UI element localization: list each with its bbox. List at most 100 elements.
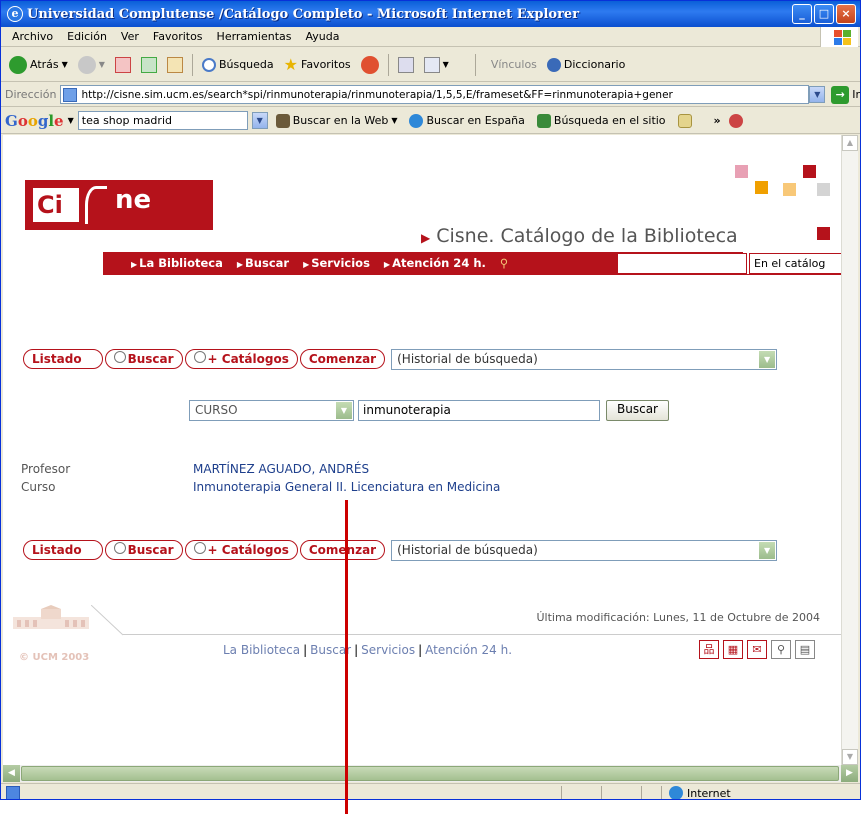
close-button[interactable]: × [836,4,856,24]
scroll-up-arrow[interactable]: ▲ [842,135,858,151]
google-dropdown-button[interactable]: ▼ [251,112,268,129]
footer-icons: 品 ▦ ✉ ⚲ ▤ [699,640,815,659]
stop-icon [114,56,131,73]
go-button[interactable]: → Ir [831,85,860,104]
sitemap-icon[interactable]: 品 [699,640,719,659]
catalog-icon[interactable]: ▦ [723,640,743,659]
search-icon[interactable]: ⚲ [771,640,791,659]
listado-button[interactable]: Listado [23,540,103,560]
decor-square [783,183,796,196]
listado-button[interactable]: Listado [23,349,103,369]
top-button-row: Listado Buscar + Catálogos Comenzar (His… [23,348,778,370]
magnifier-icon [113,542,126,554]
catalogos-button[interactable]: + Catálogos [184,349,298,369]
dictionary-label: Diccionario [563,58,626,71]
buscar-button[interactable]: Buscar [104,540,183,560]
search-query-input[interactable]: inmunoterapia [358,400,600,421]
more-button[interactable]: » [710,114,725,127]
google-toolbar: Google ▼ tea shop madrid ▼ Buscar en la … [1,108,860,134]
logo-right-text: ne [115,185,152,215]
scroll-thumb[interactable] [21,766,839,781]
footer-diagonal [91,605,124,636]
menu-ver[interactable]: Ver [114,30,146,43]
vertical-scrollbar[interactable]: ▲ ▼ [841,135,858,765]
logo-left-text: Ci [33,188,79,222]
magnifier-icon [113,351,126,363]
footer-link-atencion[interactable]: Atención 24 h. [425,643,512,657]
mail-icon[interactable]: ✉ [747,640,767,659]
chevron-down-icon: ▼ [759,541,776,559]
nav-buscar[interactable]: ▶ Buscar [237,256,289,270]
magnifier-icon [193,542,206,554]
nav-search-icon[interactable]: ⚲ [500,256,508,270]
google-logo[interactable]: Google [5,112,64,130]
professor-link[interactable]: MARTÍNEZ AGUADO, ANDRÉS [193,462,369,476]
history-select[interactable]: (Historial de búsqueda) ▼ [391,539,778,561]
history-select-value: (Historial de búsqueda) [397,351,538,366]
history-select[interactable]: (Historial de búsqueda) ▼ [391,348,778,370]
horizontal-scrollbar[interactable]: ◀ ▶ [3,765,858,782]
forward-button[interactable]: ▼ [74,54,109,76]
media-button[interactable] [357,54,383,76]
minimize-button[interactable]: _ [792,4,812,24]
history-select-value: (Historial de búsqueda) [397,542,538,557]
google-search-input[interactable]: tea shop madrid [77,111,248,130]
address-dropdown-button[interactable]: ▼ [809,86,826,103]
maximize-button[interactable]: □ [814,4,834,24]
last-modified: Última modificación: Lunes, 11 de Octubr… [536,611,820,624]
footer-link-servicios[interactable]: Servicios [361,643,415,657]
refresh-button[interactable] [137,55,161,75]
catalogos-button[interactable]: + Catálogos [184,540,298,560]
nav-servicios[interactable]: ▶ Servicios [303,256,370,270]
dictionary-icon [546,57,561,72]
home-button[interactable] [163,55,187,75]
site-search-label: Búsqueda en el sitio [553,114,666,127]
catalog-title: ▶ Cisne. Catálogo de la Biblioteca [421,225,738,247]
menu-favoritos[interactable]: Favoritos [146,30,210,43]
scroll-right-arrow[interactable]: ▶ [841,765,858,782]
address-bar: Dirección http://cisne.sim.ucm.es/search… [1,83,860,107]
address-input[interactable]: http://cisne.sim.ucm.es/search*spi/rinmu… [60,85,810,104]
search-type-select[interactable]: CURSO ▼ [189,400,354,421]
university-building-icon [13,605,89,629]
menu-herramientas[interactable]: Herramientas [210,30,299,43]
menu-ayuda[interactable]: Ayuda [298,30,346,43]
back-label: Atrás [30,58,59,71]
back-button[interactable]: Atrás ▼ [5,54,72,76]
footer-link-biblioteca[interactable]: La Biblioteca [223,643,300,657]
buscar-button[interactable]: Buscar [104,349,183,369]
course-link[interactable]: Inmunoterapia General II. Licenciatura e… [193,480,500,494]
options-icon[interactable] [728,113,743,128]
comenzar-button[interactable]: Comenzar [299,349,386,369]
decor-square [735,165,748,178]
zone-label: Internet [687,786,731,800]
mail-button[interactable] [394,55,418,75]
favorites-button[interactable]: ★ Favoritos [280,53,355,76]
cisne-logo[interactable]: Ci ne [25,180,213,230]
scroll-left-arrow[interactable]: ◀ [3,765,20,782]
nav-scope-select[interactable]: En el catálog [749,253,842,274]
address-label: Dirección [5,88,57,101]
nav-atencion[interactable]: ▶ Atención 24 h. [384,256,486,270]
pagerank-icon[interactable] [677,113,692,128]
google-spain-search-button[interactable]: Buscar en España [405,113,528,128]
stop-button[interactable] [111,55,135,75]
scroll-down-arrow[interactable]: ▼ [842,749,858,765]
standard-toolbar: Atrás ▼ ▼ Búsqueda ★ Favoritos ▼ Vínculo… [1,48,860,82]
menu-archivo[interactable]: Archivo [5,30,60,43]
google-web-search-button[interactable]: Buscar en la Web ▼ [272,113,402,128]
search-button[interactable]: Búsqueda [198,56,278,74]
print-icon[interactable]: ▤ [795,640,815,659]
menu-edicion[interactable]: Edición [60,30,114,43]
google-site-search-button[interactable]: Búsqueda en el sitio [533,113,670,128]
nav-biblioteca[interactable]: ▶ La Biblioteca [131,256,223,270]
decor-square [817,227,830,240]
nav-search-input[interactable] [617,253,747,274]
search-submit-button[interactable]: Buscar [606,400,669,421]
dictionary-link[interactable]: Diccionario [543,56,629,74]
comenzar-button[interactable]: Comenzar [299,540,386,560]
links-label[interactable]: Vínculos [487,56,541,73]
word-button[interactable]: ▼ [420,55,453,75]
footer-divider [123,634,842,635]
ie-icon: e [7,6,23,22]
